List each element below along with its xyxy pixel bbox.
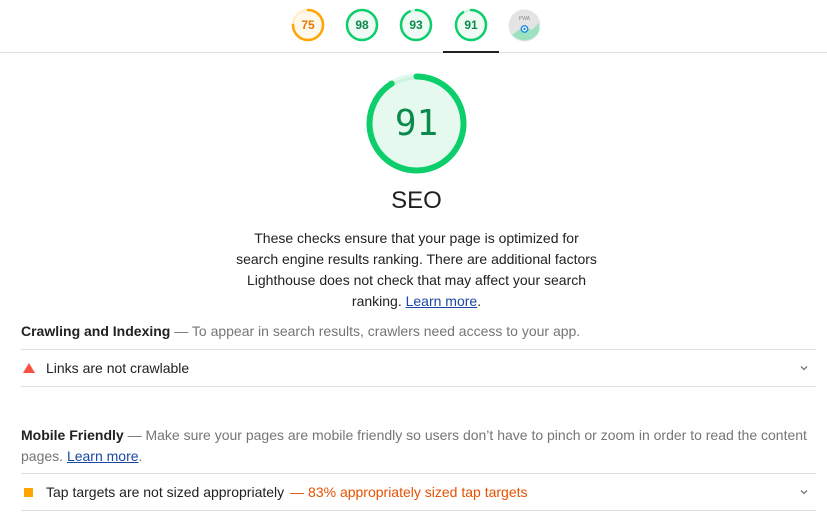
pwa-badge-label: PWA <box>519 16 531 22</box>
average-square-icon <box>21 487 46 497</box>
learn-more-link[interactable]: Learn more <box>406 293 478 309</box>
seo-gauge[interactable]: 91 <box>454 8 488 42</box>
best-practices-score: 93 <box>409 18 423 32</box>
pwa-badge-icon[interactable]: PWA <box>508 9 541 42</box>
category-nav: 75 98 93 91 PWA <box>0 0 827 53</box>
performance-score: 75 <box>301 18 315 32</box>
audit-display-value: — 83% appropriately sized tap targets <box>290 484 528 500</box>
group-header-crawling: Crawling and Indexing — To appear in sea… <box>21 321 816 342</box>
group-header-mobile-friendly: Mobile Friendly — Make sure your pages a… <box>21 425 816 467</box>
group-title: Crawling and Indexing <box>21 323 171 339</box>
audit-tap-targets[interactable]: Tap targets are not sized appropriately … <box>21 473 816 511</box>
seo-score: 91 <box>394 103 439 144</box>
performance-gauge[interactable]: 75 <box>291 8 325 42</box>
group-period: . <box>138 448 143 464</box>
learn-more-link[interactable]: Learn more <box>67 448 139 464</box>
audit-title: Links are not crawlable <box>46 360 190 376</box>
chevron-down-icon[interactable] <box>798 486 810 498</box>
best-practices-gauge[interactable]: 93 <box>399 8 433 42</box>
audit-links-crawlable[interactable]: Links are not crawlable <box>21 349 816 387</box>
seo-score-mini: 91 <box>464 18 478 32</box>
group-description: To appear in search results, crawlers ne… <box>191 323 581 339</box>
group-separator: — <box>123 427 146 443</box>
description-period: . <box>477 293 482 309</box>
chevron-down-icon[interactable] <box>798 362 810 374</box>
group-separator: — <box>170 323 192 339</box>
active-tab-indicator <box>443 51 499 53</box>
accessibility-gauge[interactable]: 98 <box>345 8 379 42</box>
group-title: Mobile Friendly <box>21 427 124 443</box>
fail-triangle-icon <box>21 363 46 373</box>
accessibility-score: 98 <box>355 18 369 32</box>
category-description: These checks ensure that your page is op… <box>236 228 597 312</box>
audit-title: Tap targets are not sized appropriately <box>46 484 285 500</box>
category-title: SEO <box>391 187 442 214</box>
